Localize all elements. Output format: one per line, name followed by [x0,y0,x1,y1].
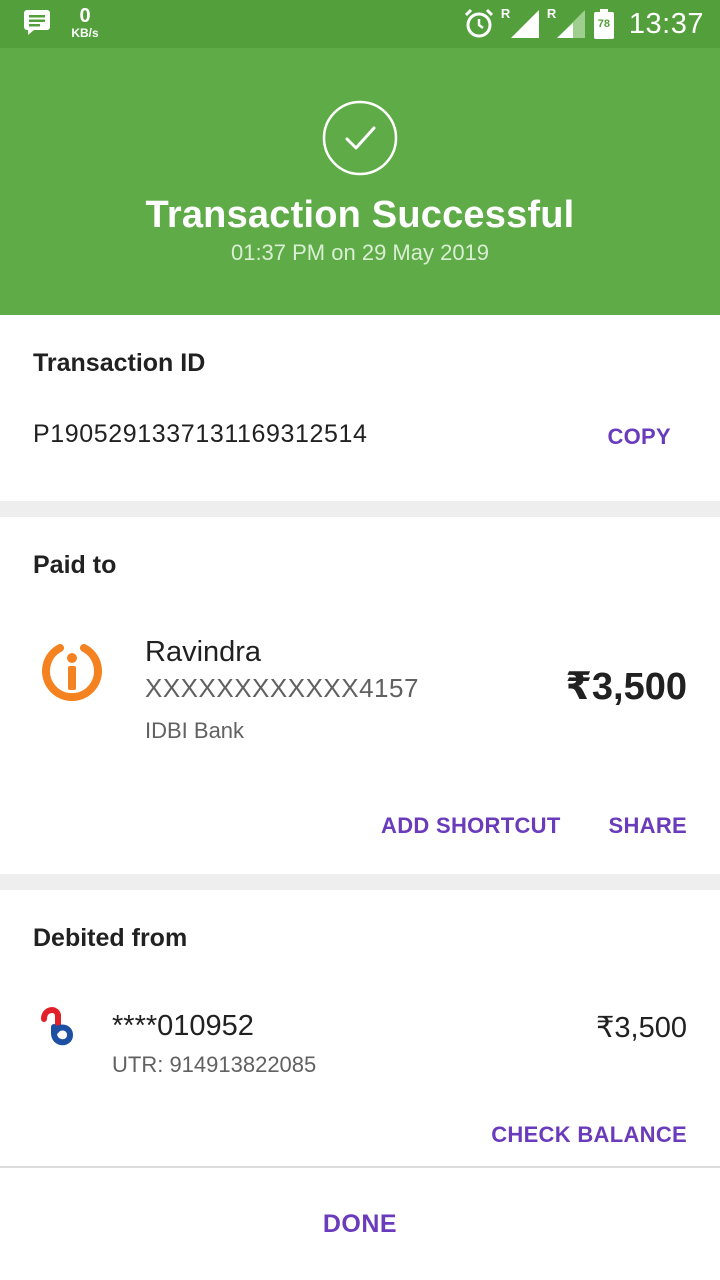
payee-account: XXXXXXXXXXXX4157 [145,673,419,703]
page-title: Transaction Successful [145,194,575,236]
paid-amount: ₹3,500 [565,666,687,708]
add-shortcut-button[interactable]: ADD SHORTCUT [381,813,561,839]
alarm-icon [464,8,493,38]
signal-sim1: R [501,6,541,40]
transaction-timestamp: 01:37 PM on 29 May 2019 [230,240,490,265]
debit-account: ****010952 [112,1010,254,1042]
signal-sim2: R [547,6,587,40]
debited-amount: ₹3,500 [595,1012,687,1044]
transaction-id-value: P1905291337131169312514 [33,420,368,448]
bottom-bar: DONE [0,1166,720,1280]
battery: 78 [593,8,615,40]
speed-value: 0 [79,5,91,27]
section-divider [0,501,720,517]
payee-bank: IDBI Bank [145,718,245,743]
done-button[interactable]: DONE [0,1210,720,1239]
debited-from-label: Debited from [33,924,188,952]
paid-to-label: Paid to [33,551,117,579]
signal-icon [510,10,539,38]
status-bar: 0 KB/s R R 78 13:37 [0,0,720,48]
transaction-id-label: Transaction ID [33,349,206,377]
section-divider [0,874,720,890]
idbi-bank-logo-icon [42,644,102,701]
network-speed: 0 KB/s [64,6,106,39]
message-icon [24,10,50,35]
status-right: R R 78 13:37 [463,6,704,42]
check-balance-button[interactable]: CHECK BALANCE [491,1122,687,1148]
battery-level: 78 [597,18,611,30]
utr-number: UTR: 914913822085 [112,1052,317,1077]
clock: 13:37 [628,7,704,40]
bank-logo-icon [41,1007,74,1046]
signal-icon [556,10,585,38]
check-circle-icon [322,100,398,176]
speed-unit: KB/s [71,26,99,40]
share-button[interactable]: SHARE [608,813,687,839]
payee-name: Ravindra [145,636,262,668]
copy-button[interactable]: COPY [607,424,671,450]
status-left [22,8,52,36]
success-header: Transaction Successful 01:37 PM on 29 Ma… [0,48,720,315]
